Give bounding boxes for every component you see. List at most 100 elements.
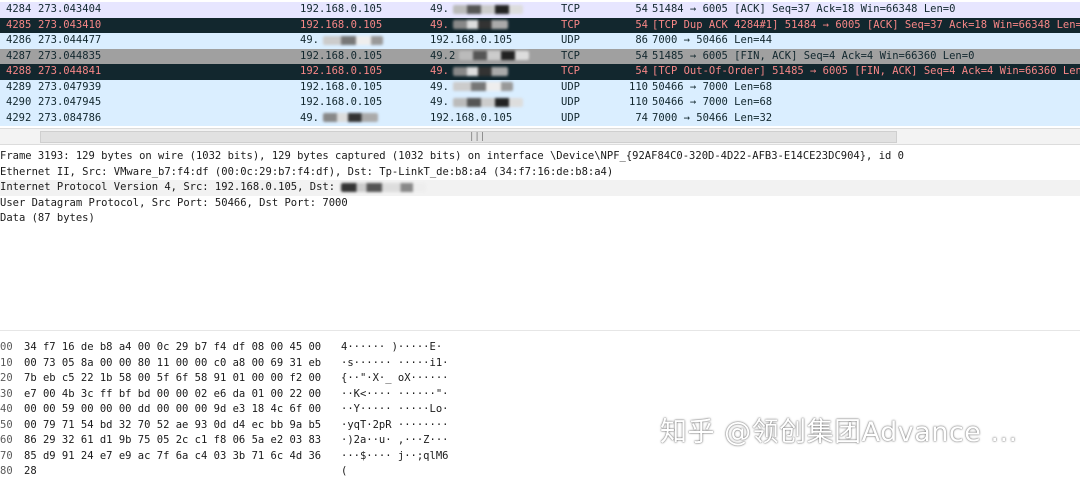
packet-protocol: UDP (561, 34, 580, 46)
packet-row[interactable]: 4292 273.084786 49. 192.168.0.105 UDP 74 7000 … (0, 110, 1080, 126)
packet-protocol: TCP (561, 18, 580, 31)
pane-divider[interactable] (0, 330, 1080, 331)
hex-offset: 10 (0, 356, 13, 369)
packet-time: 273.084786 (38, 111, 102, 124)
packet-info: [TCP Dup ACK 4284#1] 51484 → 6005 [ACK] … (652, 18, 1080, 31)
packet-info: 7000 → 50466 Len=32 (652, 111, 773, 124)
packet-info: [TCP Out-Of-Order] 51485 → 6005 [FIN, AC… (652, 65, 1080, 77)
packet-row[interactable]: 4286 273.044477 49. 192.168.0.105 UDP 86 7000 … (0, 33, 1080, 49)
packet-number: 4286 (6, 34, 32, 46)
hex-bytes: 00 73 05 8a 00 00 80 11 00 00 c0 a8 00 6… (24, 356, 322, 369)
packet-number: 4288 (6, 65, 32, 77)
hex-offset: 70 (0, 449, 13, 462)
packet-length: 54 (635, 3, 648, 15)
redacted-address (459, 51, 530, 60)
hex-bytes: 28 (24, 465, 37, 477)
packet-row[interactable]: 4287 273.044835 192.168.0.105 49.2 TCP 54 5148… (0, 48, 1080, 64)
hex-ascii: ··K<···· ······"· (341, 387, 449, 400)
packet-protocol: UDP (561, 96, 580, 108)
detail-frame[interactable]: Frame 3193: 129 bytes on wire (1032 bits… (0, 149, 1080, 165)
detail-udp[interactable]: User Datagram Protocol, Src Port: 50466,… (0, 196, 1080, 212)
packet-details-pane[interactable]: Frame 3193: 129 bytes on wire (1032 bits… (0, 146, 1080, 326)
detail-ethernet[interactable]: Ethernet II, Src: VMware_b7:f4:df (00:0c… (0, 165, 1080, 181)
packet-length: 54 (635, 18, 648, 31)
packet-length: 110 (629, 80, 648, 93)
hex-bytes: 34 f7 16 de b8 a4 00 0c 29 b7 f4 df 08 0… (24, 341, 322, 353)
bytes-pane[interactable]: 00 34 f7 16 de b8 a4 00 0c 29 b7 f4 df 08… (0, 340, 1080, 477)
hex-bytes: 00 79 71 54 bd 32 70 52 ae 93 0d d4 ec b… (24, 418, 322, 431)
hex-offset: 00 (0, 341, 13, 353)
hex-bytes: 7b eb c5 22 1b 58 00 5f 6f 58 91 01 00 0… (24, 372, 322, 384)
hex-bytes: e7 00 4b 3c ff bf bd 00 00 02 e6 da 01 0… (24, 387, 322, 400)
redacted-address (322, 35, 383, 45)
hex-ascii: ·yqT·2pR ········ (341, 418, 449, 431)
packet-number: 4292 (6, 111, 32, 124)
hex-offset: 40 (0, 403, 13, 415)
packet-protocol: TCP (561, 65, 580, 77)
packet-info: 51484 → 6005 [ACK] Seq=37 Ack=18 Win=663… (652, 3, 956, 15)
scrollbar-thumb[interactable]: ||| (40, 131, 897, 143)
packet-time: 273.044835 (38, 49, 102, 62)
packet-protocol: UDP (561, 80, 580, 93)
packet-row[interactable]: 4285 273.043410 192.168.0.105 49. TCP 54 [TCP … (0, 17, 1080, 34)
redacted-address (452, 66, 508, 76)
packet-info: 51485 → 6005 [FIN, ACK] Seq=4 Ack=4 Win=… (652, 49, 975, 62)
packet-row[interactable]: 4290 273.047945 192.168.0.105 49. UDP 110 5046… (0, 95, 1080, 111)
redacted-address (452, 97, 523, 107)
packet-destination: 49. (430, 95, 555, 111)
packet-number: 4290 (6, 96, 32, 108)
detail-data[interactable]: Data (87 bytes) (0, 211, 1080, 227)
packet-number: 4287 (6, 49, 32, 62)
packet-destination: 192.168.0.105 (430, 34, 513, 46)
detail-ethernet-text: Ethernet II, Src: VMware_b7:f4:df (00:0c… (0, 165, 614, 178)
packet-length: 74 (635, 111, 648, 124)
packet-row[interactable]: 4289 273.047939 192.168.0.105 49. UDP 110 5046… (0, 79, 1080, 96)
packet-source: 192.168.0.105 (300, 96, 383, 108)
packet-destination: 49. (430, 18, 555, 34)
packet-number: 4285 (6, 18, 32, 31)
detail-frame-text: Frame 3193: 129 bytes on wire (1032 bits… (0, 150, 904, 162)
hex-ascii: ·s······ ·····i1· (341, 356, 449, 369)
packet-time: 273.044477 (38, 34, 102, 46)
packet-destination: 49. (430, 64, 555, 80)
hex-ascii: ··Y····· ·····Lo· (341, 403, 449, 415)
hex-offset: 80 (0, 465, 13, 477)
redacted-address (341, 182, 427, 192)
hex-ascii: ( (341, 465, 348, 477)
packet-list[interactable]: 4284 273.043404 192.168.0.105 49. TCP 54 51484… (0, 0, 1080, 128)
packet-protocol: UDP (561, 111, 580, 124)
detail-ipv4-text: Internet Protocol Version 4, Src: 192.16… (0, 181, 336, 193)
horizontal-scrollbar[interactable]: ||| (0, 128, 1080, 145)
hex-offset: 20 (0, 372, 13, 384)
detail-data-text: Data (87 bytes) (0, 212, 95, 224)
packet-number: 4289 (6, 80, 32, 93)
packet-protocol: TCP (561, 49, 580, 62)
redacted-address (322, 113, 378, 122)
packet-source: 192.168.0.105 (300, 18, 383, 31)
packet-row[interactable]: 4288 273.044841 192.168.0.105 49. TCP 54 [TCP … (0, 64, 1080, 80)
redacted-address (452, 82, 513, 91)
packet-destination: 49. (430, 2, 555, 18)
packet-time: 273.047939 (38, 80, 102, 93)
detail-udp-text: User Datagram Protocol, Src Port: 50466,… (0, 196, 348, 209)
packet-source: 49. (300, 33, 425, 49)
detail-ipv4[interactable]: Internet Protocol Version 4, Src: 192.16… (0, 180, 1080, 196)
hex-offset: 60 (0, 434, 13, 446)
watermark: 知乎 @领创集团Advance ... (660, 417, 1018, 448)
packet-source: 192.168.0.105 (300, 65, 383, 77)
packet-length: 54 (635, 65, 648, 77)
redacted-address (452, 4, 523, 14)
packet-destination: 49. (430, 80, 555, 96)
packet-info: 7000 → 50466 Len=44 (652, 34, 773, 46)
packet-length: 110 (629, 96, 648, 108)
packet-protocol: TCP (561, 3, 580, 15)
hex-ascii: {··"·X·_ oX······ (341, 372, 449, 384)
hex-bytes: 85 d9 91 24 e7 e9 ac 7f 6a c4 03 3b 71 6… (24, 449, 322, 462)
hex-bytes: 86 29 32 61 d1 9b 75 05 2c c1 f8 06 5a e… (24, 434, 322, 446)
packet-length: 86 (635, 34, 648, 46)
packet-source: 192.168.0.105 (300, 3, 383, 15)
packet-row[interactable]: 4284 273.043404 192.168.0.105 49. TCP 54 51484… (0, 2, 1080, 18)
packet-info: 50466 → 7000 Len=68 (652, 80, 773, 93)
packet-source: 192.168.0.105 (300, 49, 383, 62)
packet-destination: 192.168.0.105 (430, 111, 513, 124)
